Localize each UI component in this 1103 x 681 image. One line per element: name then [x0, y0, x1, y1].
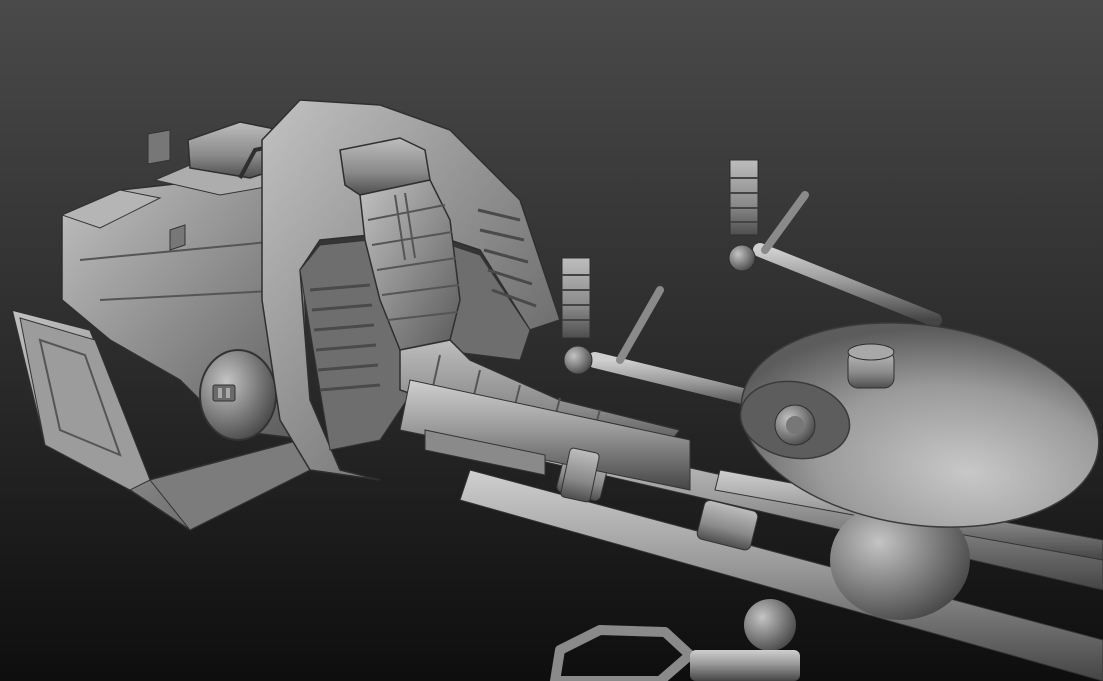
left-grip	[561, 257, 593, 375]
ball-joint	[744, 599, 796, 651]
side-hatch	[199, 349, 277, 441]
sculpt-render	[0, 0, 1103, 681]
viewport[interactable]	[0, 0, 1103, 681]
lower-bar	[690, 650, 800, 681]
right-grip	[728, 159, 759, 272]
